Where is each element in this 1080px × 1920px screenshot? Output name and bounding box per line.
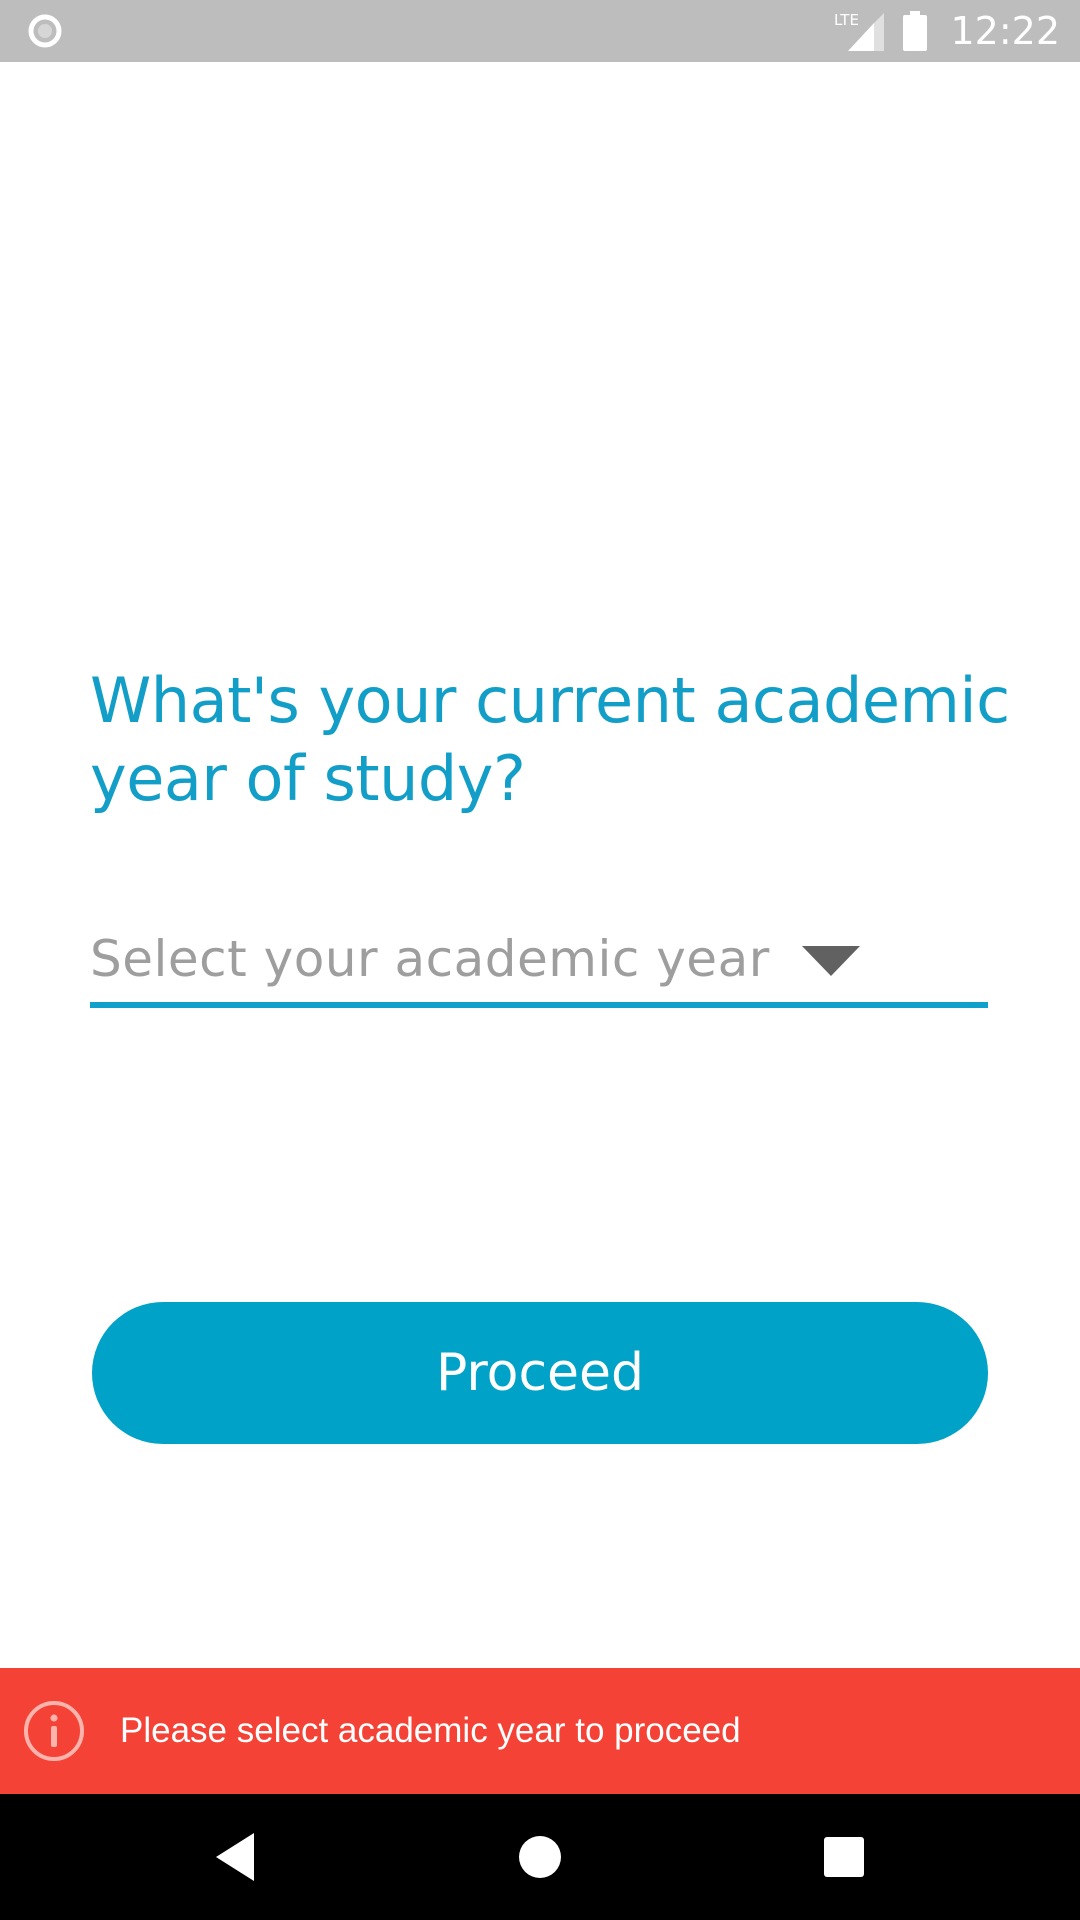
navigation-bar	[0, 1794, 1080, 1920]
dropdown-arrow-icon	[802, 946, 860, 976]
record-indicator-icon	[28, 14, 62, 48]
academic-year-select-placeholder: Select your academic year	[90, 930, 770, 988]
status-bar: LTE 12:22	[0, 0, 1080, 62]
status-icons: LTE 12:22	[834, 0, 1060, 62]
battery-icon	[903, 11, 928, 51]
recents-icon[interactable]	[814, 1827, 874, 1887]
status-time: 12:22	[950, 9, 1060, 53]
page-title: What's your current academic year of stu…	[90, 664, 1010, 815]
home-icon[interactable]	[510, 1827, 570, 1887]
back-icon[interactable]	[206, 1827, 266, 1887]
proceed-button[interactable]: Proceed	[92, 1302, 988, 1444]
snackbar-message: Please select academic year to proceed	[120, 1711, 741, 1750]
signal-icon: LTE	[834, 11, 885, 51]
lte-label: LTE	[834, 11, 859, 29]
info-icon	[24, 1701, 84, 1761]
error-snackbar: Please select academic year to proceed	[0, 1668, 1080, 1794]
academic-year-select[interactable]: Select your academic year	[90, 920, 988, 1008]
